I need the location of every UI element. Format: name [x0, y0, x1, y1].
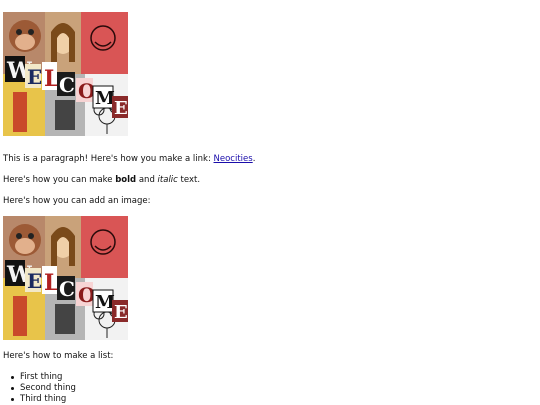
thing-list: First thing Second thing Third thing — [3, 372, 76, 405]
svg-text:E: E — [114, 98, 128, 119]
svg-text:C: C — [59, 277, 75, 301]
text-between: and — [136, 175, 158, 185]
neocities-link[interactable]: Neocities — [214, 154, 253, 164]
text-after-italic: text. — [177, 175, 201, 185]
list-item: Third thing — [11, 394, 76, 405]
paragraph-formatting: Here's how you can make bold and italic … — [3, 175, 200, 186]
paragraph-link: This is a paragraph! Here's how you make… — [3, 154, 255, 165]
welcome-collage-image: W E L C O M E — [3, 12, 128, 136]
bold-text: bold — [115, 175, 137, 185]
paragraph-list-intro: Here's how to make a list: — [3, 351, 114, 361]
paragraph-period: . — [252, 154, 256, 164]
list-item: First thing — [11, 372, 76, 383]
page: W E L C O M E This is a paragraph! Here'… — [0, 0, 540, 405]
italic-text: italic — [157, 175, 178, 185]
text-before-bold: Here's how you can make — [3, 175, 116, 185]
svg-text:E: E — [27, 65, 42, 89]
paragraph-image-intro: Here's how you can add an image: — [3, 196, 151, 206]
svg-text:E: E — [114, 302, 128, 323]
welcome-collage-image-2: W E L C O M E — [3, 216, 128, 340]
svg-text:C: C — [59, 73, 75, 97]
list-item: Second thing — [11, 383, 76, 393]
svg-text:E: E — [27, 269, 42, 293]
paragraph-text: This is a paragraph! Here's how you make… — [3, 154, 214, 164]
